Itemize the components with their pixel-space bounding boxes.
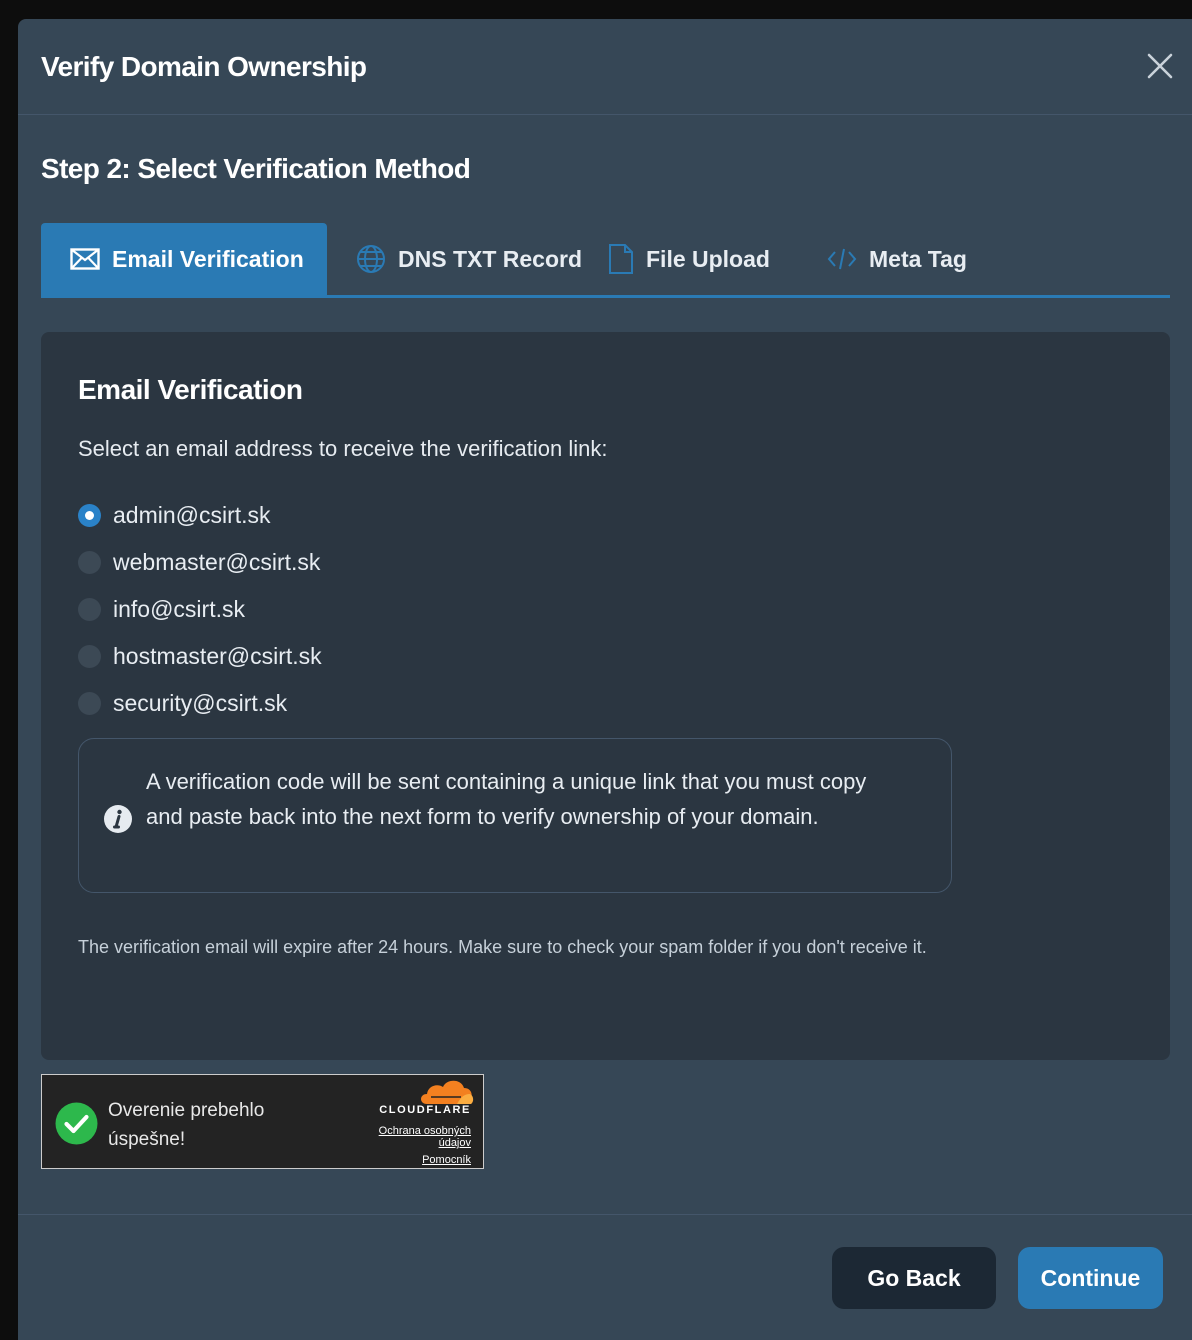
close-button[interactable] [1146,52,1174,80]
success-check-icon [55,1102,98,1145]
option-label: info@csirt.sk [113,596,245,622]
tab-file-upload[interactable]: File Upload [608,223,827,295]
email-verification-panel: Email Verification Select an email addre… [41,332,1170,1060]
email-option-security[interactable]: security@csirt.sk [78,680,322,727]
footer-divider [18,1214,1192,1215]
email-options: admin@csirt.sk webmaster@csirt.sk info@c… [78,492,322,727]
info-icon [104,805,132,833]
cloudflare-turnstile-widget: Overenie prebehlo úspešne! CLOUDFLARE Oc… [41,1074,484,1169]
radio-button[interactable] [78,598,101,621]
tab-label: Email Verification [112,245,304,272]
panel-title: Email Verification [78,374,303,405]
modal-header: Verify Domain Ownership [18,19,1192,115]
tab-label: DNS TXT Record [398,245,583,272]
radio-button[interactable] [78,504,101,527]
captcha-status: Overenie prebehlo úspešne! [108,1100,265,1150]
globe-icon [356,244,386,274]
option-label: admin@csirt.sk [113,502,271,528]
radio-button[interactable] [78,551,101,574]
tab-meta-tag[interactable]: Meta Tag [827,223,997,295]
file-icon [608,243,634,275]
email-option-info[interactable]: info@csirt.sk [78,586,322,633]
expiry-note: The verification email will expire after… [78,937,927,957]
tab-dns-txt-record[interactable]: DNS TXT Record [327,223,608,295]
code-icon [827,247,857,271]
modal-title: Verify Domain Ownership [41,51,367,82]
continue-button[interactable]: Continue [1018,1247,1163,1309]
tab-label: Meta Tag [869,245,967,272]
tab-email-verification[interactable]: Email Verification [41,223,327,295]
option-label: webmaster@csirt.sk [113,549,321,575]
cloudflare-brand: CLOUDFLARE [379,1104,471,1116]
radio-button[interactable] [78,645,101,668]
verification-method-tabs: Email Verification DNS TXT Record File U… [41,223,1170,298]
option-label: security@csirt.sk [113,690,288,716]
option-label: hostmaster@csirt.sk [113,643,322,669]
tab-label: File Upload [646,245,770,272]
radio-button[interactable] [78,692,101,715]
email-option-admin[interactable]: admin@csirt.sk [78,492,322,539]
privacy-link[interactable]: Ochrana osobných údajov [361,1125,471,1149]
envelope-icon [70,248,100,270]
email-option-hostmaster[interactable]: hostmaster@csirt.sk [78,633,322,680]
verify-domain-modal: Verify Domain Ownership Step 2: Select V… [18,19,1192,1340]
cloudflare-logo-icon [421,1080,474,1104]
email-option-webmaster[interactable]: webmaster@csirt.sk [78,539,322,586]
close-icon [1147,53,1173,79]
info-text: A verification code will be sent contain… [146,769,867,829]
help-link[interactable]: Pomocník [361,1154,471,1166]
panel-description: Select an email address to receive the v… [78,436,608,461]
go-back-button[interactable]: Go Back [832,1247,996,1309]
info-box: A verification code will be sent contain… [78,738,952,893]
step-title: Step 2: Select Verification Method [41,153,471,184]
